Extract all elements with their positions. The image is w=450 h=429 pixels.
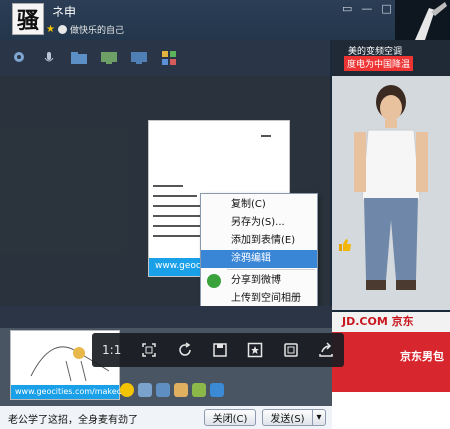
- menu-item-share-weibo[interactable]: 分享到微博: [201, 272, 317, 290]
- save-icon[interactable]: [209, 339, 231, 361]
- tablet-icon[interactable]: [280, 339, 302, 361]
- menu-separator: [227, 269, 315, 270]
- actual-size-button[interactable]: 1:1: [99, 339, 125, 361]
- fit-icon[interactable]: [138, 339, 160, 361]
- menu-item-doodle-edit[interactable]: 涂鸦编辑: [201, 250, 317, 268]
- ad-line-2: 度电为中国降温: [344, 56, 414, 71]
- image-watermark: www.geoci: [155, 261, 204, 271]
- menu-item-label: 另存为(S)...: [231, 217, 285, 228]
- star-icon: ★: [46, 24, 55, 35]
- composer-thumb-watermark: www.geocities.com/maked: [11, 385, 122, 399]
- location-icon[interactable]: [8, 49, 30, 67]
- image-viewer-toolbar: 1:1: [92, 333, 344, 367]
- image-icon[interactable]: [192, 383, 206, 397]
- monitor-icon[interactable]: [128, 49, 150, 67]
- gift-icon[interactable]: [174, 383, 188, 397]
- like-icon[interactable]: [338, 238, 352, 252]
- favorite-icon[interactable]: [244, 339, 266, 361]
- chat-toolbar: [0, 40, 330, 76]
- jd-ad[interactable]: JD.COM 京东 京东男包: [332, 312, 450, 392]
- skin-button[interactable]: ▭: [342, 2, 352, 15]
- jd-tagline: 京东男包: [400, 350, 444, 363]
- send-button[interactable]: 发送(S): [262, 409, 312, 426]
- screen-icon[interactable]: [156, 383, 170, 397]
- right-background: [332, 392, 450, 429]
- weibo-icon: [207, 274, 221, 288]
- menu-item-label: 添加到表情(E): [231, 235, 296, 246]
- title-bar: 骚 ネ申 ★ 做快乐的自己 ▭ — □ ✕: [0, 0, 450, 40]
- rotate-icon[interactable]: [174, 339, 196, 361]
- context-menu: 复制(C) 另存为(S)... 添加到表情(E) 涂鸦编辑 分享到微博 上传到空…: [200, 193, 318, 323]
- menu-item-label: 涂鸦编辑: [231, 253, 271, 264]
- share-icon[interactable]: [315, 339, 337, 361]
- contact-avatar[interactable]: 骚: [12, 3, 44, 35]
- chat-window: 骚 ネ申 ★ 做快乐的自己 ▭ — □ ✕: [0, 0, 450, 429]
- folder-icon[interactable]: [68, 49, 90, 67]
- app-grid-icon[interactable]: [158, 49, 180, 67]
- menu-item-label: 分享到微博: [231, 275, 281, 286]
- menu-item-label: 复制(C): [231, 199, 266, 210]
- corner-decoration: [395, 0, 450, 40]
- microphone-icon[interactable]: [38, 49, 60, 67]
- menu-item-label: 上传到空间相册: [231, 293, 301, 304]
- minimize-button[interactable]: —: [361, 2, 372, 15]
- contact-nickname: ネ申: [52, 5, 77, 19]
- maximize-button[interactable]: □: [381, 2, 391, 15]
- footer-bar: 老公学了这招，全身麦有劲了 关闭(C) 发送(S) ▾: [0, 406, 332, 429]
- ad-header: 美的变频空调 度电为中国降温: [332, 40, 450, 76]
- signature-row: ★ 做快乐的自己: [46, 23, 124, 36]
- contact-signature: 做快乐的自己: [69, 26, 124, 36]
- favorite-icon[interactable]: [210, 383, 224, 397]
- status-icon: [57, 25, 67, 34]
- ad-hint-link[interactable]: 老公学了这招，全身麦有劲了: [8, 411, 138, 426]
- menu-item-copy[interactable]: 复制(C): [201, 196, 317, 214]
- composer-toolbar: [0, 306, 332, 328]
- emoji-icon[interactable]: [120, 383, 134, 397]
- composer-mini-icons: [120, 383, 224, 397]
- send-options-dropdown[interactable]: ▾: [312, 409, 326, 426]
- menu-item-add-to-emoji[interactable]: 添加到表情(E): [201, 232, 317, 250]
- ad-panel[interactable]: 美的变频空调 度电为中国降温: [332, 40, 450, 310]
- save-icon[interactable]: [138, 383, 152, 397]
- screen-share-icon[interactable]: [98, 49, 120, 67]
- ad-figure-illustration: [354, 85, 428, 290]
- menu-item-save-as[interactable]: 另存为(S)...: [201, 214, 317, 232]
- jd-brand: JD.COM 京东: [332, 312, 450, 332]
- close-button[interactable]: 关闭(C): [204, 409, 256, 426]
